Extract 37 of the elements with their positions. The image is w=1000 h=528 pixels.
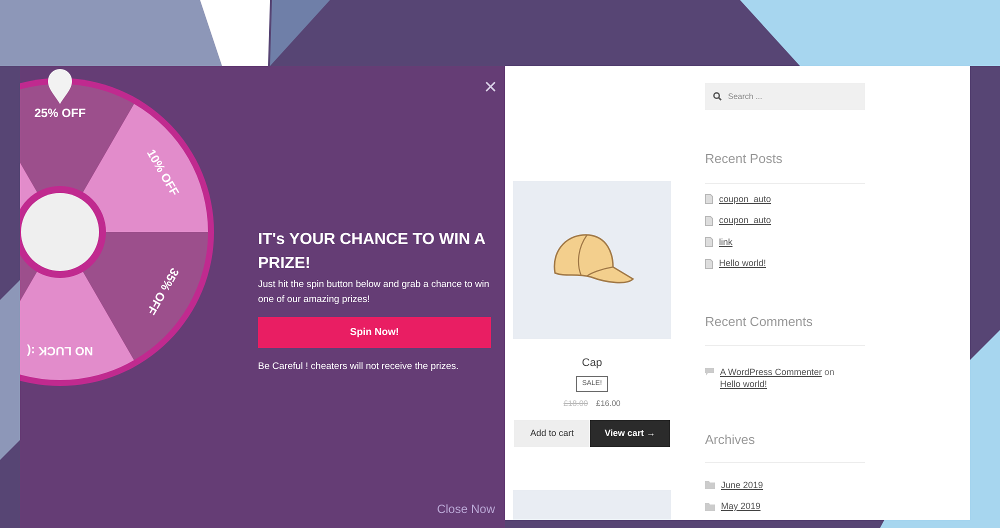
search-icon bbox=[713, 92, 722, 101]
popup-title: IT's YOUR CHANCE TO WIN A PRIZE! bbox=[258, 230, 486, 274]
wheel-label: 25% OFF bbox=[34, 106, 86, 120]
wheel-label: NO LUCK :( bbox=[27, 344, 93, 358]
popup-description: Just hit the spin button below and grab a chance to win one of our amazing prizes! bbox=[258, 278, 490, 307]
pointer-icon bbox=[48, 69, 72, 104]
product-name: Cap bbox=[582, 356, 602, 372]
post-link[interactable]: Hello world! bbox=[720, 379, 768, 389]
warning-text: Be Careful ! cheaters will not receive the prizes. bbox=[258, 360, 460, 374]
widget-title: Recent Comments bbox=[705, 312, 814, 330]
widget-title: Archives bbox=[705, 431, 756, 449]
archive-link[interactable]: May 2019 bbox=[721, 500, 761, 514]
archive-link[interactable]: June 2019 bbox=[721, 478, 764, 492]
document-icon bbox=[705, 194, 713, 204]
view-cart-button[interactable]: View cart → bbox=[590, 420, 670, 448]
folder-icon bbox=[705, 502, 715, 511]
add-to-cart-button[interactable]: Add to cart bbox=[514, 420, 590, 448]
document-icon bbox=[705, 216, 713, 226]
close-button[interactable]: × bbox=[484, 76, 497, 98]
search-field[interactable]: Search ... bbox=[705, 83, 865, 110]
wheel-center[interactable] bbox=[21, 193, 99, 271]
post-link[interactable]: coupon_auto bbox=[719, 214, 772, 228]
post-link[interactable]: link bbox=[719, 236, 733, 249]
post-link[interactable]: Hello world! bbox=[719, 257, 766, 270]
widget-title: Recent Posts bbox=[705, 150, 784, 168]
post-link[interactable]: coupon_auto bbox=[719, 192, 772, 206]
background-triangle bbox=[270, 0, 330, 66]
author-link[interactable]: A WordPress Commenter bbox=[720, 367, 822, 377]
product-price: £16.00 bbox=[596, 398, 620, 410]
document-icon bbox=[705, 258, 713, 269]
close-now-link[interactable]: Close Now bbox=[436, 500, 495, 518]
document-icon bbox=[705, 237, 713, 248]
old-price: £18.00 bbox=[564, 398, 588, 410]
comment-text: A WordPress Commenter on Hello world! bbox=[720, 366, 836, 390]
folder-icon bbox=[705, 481, 715, 490]
comment-icon bbox=[705, 368, 714, 376]
spin-button[interactable]: Spin Now! bbox=[258, 317, 491, 348]
